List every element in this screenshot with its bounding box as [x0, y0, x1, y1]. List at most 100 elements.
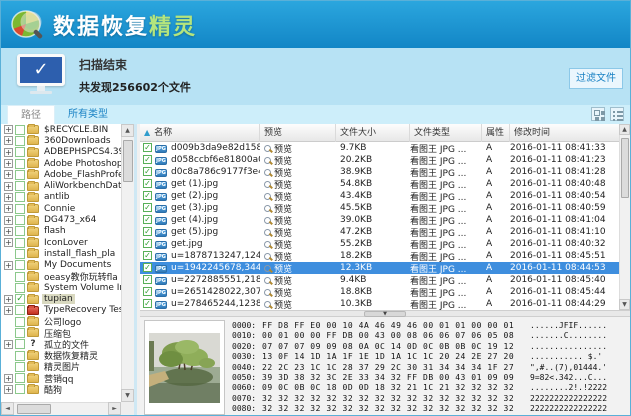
scroll-up-icon[interactable]: ▲	[121, 124, 134, 137]
expand-icon[interactable]: +	[4, 148, 13, 157]
panel-splitter[interactable]: ▼	[140, 310, 630, 317]
folder-checkbox[interactable]	[15, 283, 25, 293]
sidebar-folder-item[interactable]: + $RECYCLE.BIN	[1, 124, 121, 135]
folder-checkbox[interactable]	[15, 339, 25, 349]
expand-icon[interactable]: +	[4, 238, 13, 247]
file-row[interactable]: ✓ JPG u=1878713247,1242... 预览 18.2KB 看图王…	[140, 250, 619, 262]
folder-checkbox[interactable]	[15, 238, 25, 248]
expand-icon[interactable]: +	[4, 136, 13, 145]
file-checkbox[interactable]: ✓	[143, 191, 152, 200]
expand-icon[interactable]: +	[4, 204, 13, 213]
filter-files-button[interactable]: 过滤文件	[569, 68, 623, 89]
sidebar-folder-item[interactable]: + ADBEPHSPCS4.3940G	[1, 147, 121, 158]
sidebar-folder-item[interactable]: + antlib	[1, 192, 121, 203]
sidebar-folder-item[interactable]: + IconLover	[1, 237, 121, 248]
sidebar-folder-item[interactable]: install_flash_pla	[1, 248, 121, 259]
file-row[interactable]: ✓ JPG d0c8a786c9177f3e4... 预览 38.9KB 看图王…	[140, 166, 619, 178]
file-row[interactable]: ✓ JPG u=2651428022,3070... 预览 18.8KB 看图王…	[140, 286, 619, 298]
folder-checkbox[interactable]	[15, 317, 25, 327]
file-checkbox[interactable]: ✓	[143, 179, 152, 188]
file-row[interactable]: ✓ JPG get (1).jpg 预览 54.8KB 看图王 JPG ... …	[140, 178, 619, 190]
file-row[interactable]: ✓ JPG get.jpg 预览 55.2KB 看图王 JPG ... A 20…	[140, 238, 619, 250]
expand-icon[interactable]: +	[4, 306, 13, 315]
column-header-attr[interactable]: 属性	[482, 124, 510, 142]
file-row[interactable]: ✓ JPG get (2).jpg 预览 43.4KB 看图王 JPG ... …	[140, 190, 619, 202]
folder-checkbox[interactable]	[15, 136, 25, 146]
scrollbar-thumb[interactable]	[17, 404, 51, 414]
sidebar-folder-item[interactable]: + ✓ tupian	[1, 293, 121, 304]
maximize-button[interactable]	[582, 5, 598, 19]
list-view-icon[interactable]	[610, 107, 624, 121]
folder-checkbox[interactable]	[15, 384, 25, 394]
expand-icon[interactable]: +	[4, 340, 13, 349]
sidebar-vertical-scrollbar[interactable]: ▲ ▼	[121, 124, 134, 402]
sidebar-folder-item[interactable]: + Adobe_FlashProfes	[1, 169, 121, 180]
file-checkbox[interactable]: ✓	[143, 227, 152, 236]
file-checkbox[interactable]: ✓	[143, 299, 152, 308]
scroll-up-icon[interactable]: ▲	[619, 124, 630, 135]
expand-icon[interactable]: +	[4, 193, 13, 202]
column-header-type[interactable]: 文件类型	[410, 124, 482, 142]
folder-checkbox[interactable]	[15, 351, 25, 361]
expand-icon[interactable]: +	[4, 182, 13, 191]
file-checkbox[interactable]: ✓	[143, 203, 152, 212]
scrollbar-thumb[interactable]	[123, 140, 133, 182]
column-header-size[interactable]: 文件大小	[336, 124, 410, 142]
minimize-button[interactable]	[558, 5, 574, 19]
expand-icon[interactable]: +	[4, 125, 13, 134]
folder-checkbox[interactable]	[15, 192, 25, 202]
folder-checkbox[interactable]	[15, 362, 25, 372]
scroll-down-icon[interactable]: ▼	[619, 299, 630, 310]
expand-icon[interactable]: +	[4, 295, 13, 304]
folder-checkbox[interactable]	[15, 373, 25, 383]
file-checkbox[interactable]: ✓	[143, 143, 152, 152]
sidebar-folder-item[interactable]: + Adobe Photoshop (	[1, 158, 121, 169]
expand-icon[interactable]: +	[4, 170, 13, 179]
scroll-down-icon[interactable]: ▼	[121, 389, 134, 402]
folder-checkbox[interactable]	[15, 260, 25, 270]
file-checkbox[interactable]: ✓	[143, 263, 152, 272]
file-row[interactable]: ✓ JPG d009b3da9e82d1584... 预览 9.7KB 看图王 …	[140, 142, 619, 154]
file-row[interactable]: ✓ JPG get (3).jpg 预览 45.5KB 看图王 JPG ... …	[140, 202, 619, 214]
folder-checkbox[interactable]	[15, 181, 25, 191]
file-checkbox[interactable]: ✓	[143, 275, 152, 284]
table-vertical-scrollbar[interactable]: ▲ ▼	[619, 124, 630, 310]
column-header-name[interactable]: ▲名称	[140, 124, 260, 142]
folder-checkbox[interactable]	[15, 147, 25, 157]
sidebar-horizontal-scrollbar[interactable]: ◄ ►	[1, 402, 121, 415]
file-row[interactable]: ✓ JPG get (4).jpg 预览 39.0KB 看图王 JPG ... …	[140, 214, 619, 226]
sidebar-folder-item[interactable]: + 360Downloads	[1, 135, 121, 146]
preview-link[interactable]: 预览	[260, 298, 336, 311]
file-checkbox[interactable]: ✓	[143, 239, 152, 248]
folder-checkbox[interactable]	[15, 272, 25, 282]
scroll-left-icon[interactable]: ◄	[1, 402, 14, 415]
expand-icon[interactable]: +	[4, 227, 13, 236]
tab-all-types[interactable]: 所有类型	[57, 105, 119, 124]
file-row[interactable]: ✓ JPG u=2272885551,2183... 预览 9.4KB 看图王 …	[140, 274, 619, 286]
expand-icon[interactable]: +	[4, 374, 13, 383]
close-button[interactable]	[606, 5, 622, 19]
file-row[interactable]: ✓ JPG u=1942245678,3443... 预览 12.3KB 看图王…	[140, 262, 619, 274]
sidebar-folder-item[interactable]: + DG473_x64	[1, 214, 121, 225]
folder-checkbox[interactable]	[15, 159, 25, 169]
expand-icon[interactable]: +	[4, 216, 13, 225]
scroll-right-icon[interactable]: ►	[108, 402, 121, 415]
column-header-time[interactable]: 修改时间	[510, 124, 619, 142]
sidebar-folder-item[interactable]: oeasy教你玩转fla	[1, 271, 121, 282]
expand-icon[interactable]: +	[4, 385, 13, 394]
file-row[interactable]: ✓ JPG u=278465244,12382... 预览 10.3KB 看图王…	[140, 298, 619, 310]
scrollbar-thumb[interactable]	[621, 138, 629, 198]
column-header-preview[interactable]: 预览	[260, 124, 336, 142]
file-row[interactable]: ✓ JPG get (5).jpg 预览 47.2KB 看图王 JPG ... …	[140, 226, 619, 238]
menu-dropdown-button[interactable]	[534, 5, 550, 19]
folder-checkbox[interactable]	[15, 328, 25, 338]
tab-path[interactable]: 路径	[7, 105, 55, 124]
sidebar-folder-item[interactable]: + 酷狗	[1, 384, 121, 395]
file-checkbox[interactable]: ✓	[143, 287, 152, 296]
sidebar-folder-item[interactable]: + AliWorkbenchData	[1, 180, 121, 191]
folder-checkbox[interactable]	[15, 204, 25, 214]
file-row[interactable]: ✓ JPG d058ccbf6e81800a0... 预览 20.2KB 看图王…	[140, 154, 619, 166]
sidebar-folder-item[interactable]: + flash	[1, 226, 121, 237]
folder-checkbox[interactable]	[15, 125, 25, 135]
file-checkbox[interactable]: ✓	[143, 167, 152, 176]
